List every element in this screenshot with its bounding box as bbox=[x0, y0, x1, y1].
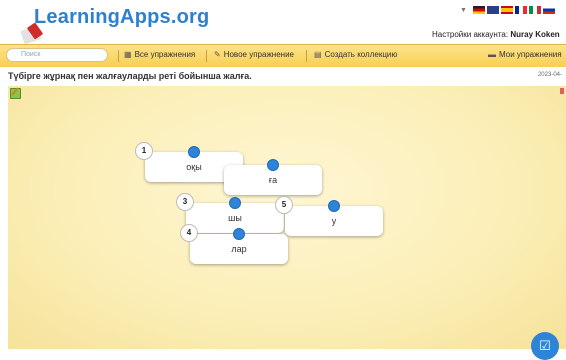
corner-marker bbox=[560, 88, 564, 94]
card-number: 5 bbox=[276, 197, 292, 213]
flag-it-icon[interactable] bbox=[528, 6, 541, 14]
divider bbox=[118, 50, 119, 62]
flag-es-icon[interactable] bbox=[500, 6, 513, 14]
flag-ru-icon[interactable] bbox=[542, 6, 555, 14]
account-label: Настройки аккаунта: bbox=[432, 30, 509, 39]
pencil-icon: ✎ bbox=[214, 50, 221, 59]
folder-icon: ▬ bbox=[488, 50, 496, 59]
card-number: 1 bbox=[136, 143, 152, 159]
card-text: оқы bbox=[186, 162, 202, 172]
page-title: Түбірге жұрнақ пен жалғауларды реті бойы… bbox=[8, 71, 252, 81]
nav-create-collection-label: Создать коллекцию bbox=[324, 50, 398, 59]
card-number: 4 bbox=[181, 225, 197, 241]
connector-dot[interactable] bbox=[268, 160, 278, 170]
flag-uk-icon[interactable] bbox=[486, 6, 499, 14]
header: LearningApps.org ▼ Настройки аккаунта: N… bbox=[0, 0, 566, 45]
connector-dot[interactable] bbox=[230, 198, 240, 208]
card-text: ға bbox=[268, 175, 278, 185]
language-flags[interactable]: ▼ bbox=[460, 6, 555, 14]
card-number: 3 bbox=[177, 194, 193, 210]
connector-dot[interactable] bbox=[234, 229, 244, 239]
exercise-board: 1 оқы ға 3 шы 5 у 4 лар bbox=[8, 86, 566, 349]
word-card-5[interactable]: 4 лар bbox=[181, 225, 288, 264]
card-text: у bbox=[331, 216, 337, 226]
connector-dot[interactable] bbox=[189, 147, 199, 157]
page-date: 2023-04- bbox=[537, 72, 562, 78]
check-button[interactable]: ☑ bbox=[531, 332, 559, 360]
word-card-4[interactable]: 5 у bbox=[276, 197, 383, 236]
account-settings[interactable]: Настройки аккаунта: Nuray Koken bbox=[432, 30, 560, 39]
nav-all-exercises[interactable]: ▦ Все упражнения bbox=[124, 50, 195, 59]
card-text: лар bbox=[231, 244, 247, 254]
flag-de-icon[interactable] bbox=[472, 6, 485, 14]
chevron-down-icon[interactable]: ▼ bbox=[460, 7, 467, 14]
nav-new-exercise[interactable]: ✎ Новое упражнение bbox=[214, 50, 294, 59]
nav-all-exercises-label: Все упражнения bbox=[134, 50, 196, 59]
collection-icon: ▤ bbox=[314, 50, 322, 59]
toolbar: Поиск ▦ Все упражнения ✎ Новое упражнени… bbox=[0, 44, 566, 68]
divider bbox=[206, 50, 207, 62]
nav-new-exercise-label: Новое упражнение bbox=[223, 50, 294, 59]
edit-icon[interactable] bbox=[10, 88, 21, 99]
flag-fr-icon[interactable] bbox=[514, 6, 527, 14]
word-card-2[interactable]: ға bbox=[224, 160, 322, 195]
title-row: Түбірге жұрнақ пен жалғауларды реті бойы… bbox=[0, 67, 566, 85]
connector-dot[interactable] bbox=[329, 201, 339, 211]
nav-create-collection[interactable]: ▤ Создать коллекцию bbox=[314, 50, 397, 59]
word-card-3[interactable]: 3 шы bbox=[177, 194, 284, 233]
nav-my-exercises[interactable]: ▬ Мои упражнения bbox=[488, 50, 562, 59]
card-text: шы bbox=[228, 213, 242, 223]
grid-icon: ▦ bbox=[124, 50, 132, 59]
logo-text: LearningApps.org bbox=[34, 6, 210, 28]
nav-my-exercises-label: Мои упражнения bbox=[499, 50, 562, 59]
search-input[interactable]: Поиск bbox=[6, 48, 108, 62]
check-icon: ☑ bbox=[539, 338, 551, 353]
divider bbox=[306, 50, 307, 62]
logo[interactable]: LearningApps.org bbox=[10, 4, 209, 45]
account-name[interactable]: Nuray Koken bbox=[510, 30, 559, 39]
